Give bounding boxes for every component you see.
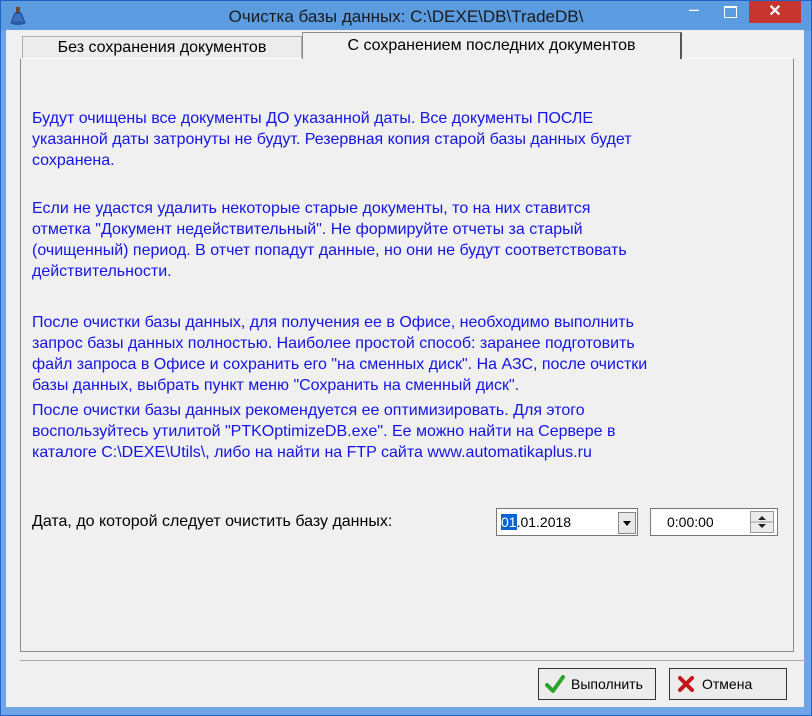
date-day-selected: 01: [501, 514, 517, 530]
info-text-2: Если не удастся удалить некоторые старые…: [32, 200, 627, 280]
tab-without-saving[interactable]: Без сохранения документов: [22, 36, 302, 58]
date-label: Дата, до которой следует очистить базу д…: [32, 513, 393, 530]
info-text-1: Будут очищены все документы ДО указанной…: [32, 110, 632, 169]
date-dropdown-button[interactable]: [618, 512, 636, 534]
date-rest: .01.2018: [516, 514, 572, 530]
close-button[interactable]: ✕: [749, 1, 801, 23]
spinner-arrows-icon: [751, 516, 773, 528]
chevron-down-icon: [623, 521, 631, 526]
time-value[interactable]: 0:00:00: [667, 514, 714, 531]
info-text-4: После очистки базы данных рекомендуется …: [32, 402, 616, 461]
tab-with-saving[interactable]: С сохранением последних документов: [302, 32, 682, 59]
date-value[interactable]: 01.01.2018: [501, 514, 571, 531]
cancel-button-label: Отмена: [702, 676, 753, 692]
maximize-button[interactable]: [713, 1, 747, 23]
run-button-label: Выполнить: [571, 676, 643, 692]
time-spinner[interactable]: [750, 511, 774, 533]
minimize-button[interactable]: –: [677, 0, 711, 23]
footer-separator: [20, 660, 806, 661]
maximize-icon: [724, 6, 737, 18]
run-button[interactable]: Выполнить: [538, 668, 656, 700]
title-bar[interactable]: Очистка базы данных: C:\DEXE\DB\TradeDB\…: [1, 0, 811, 31]
x-icon: [678, 676, 694, 692]
checkmark-icon: [545, 675, 565, 693]
info-text-3: После очистки базы данных, для получения…: [32, 314, 648, 394]
cancel-button[interactable]: Отмена: [669, 668, 787, 700]
date-picker[interactable]: 01.01.2018: [496, 508, 638, 536]
